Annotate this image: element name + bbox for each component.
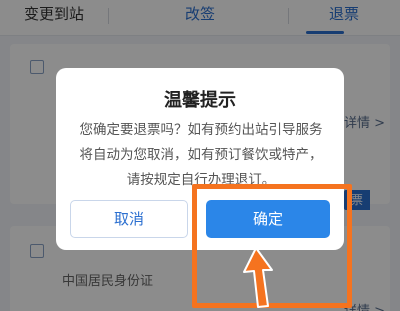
cancel-button[interactable]: 取消 [70,200,188,238]
dialog-message: 您确定要退票吗？如有预约出站引导服务将自动为您取消，如有预订餐饮或特产，请按规定… [79,122,323,188]
pointer-arrow-icon [243,247,273,308]
dialog-title: 温馨提示 [164,90,236,111]
